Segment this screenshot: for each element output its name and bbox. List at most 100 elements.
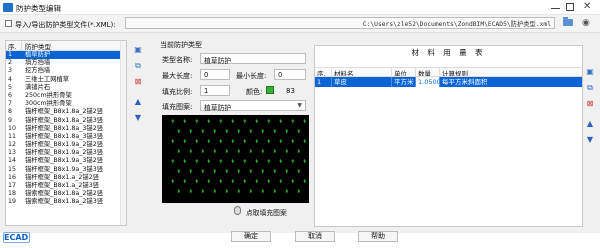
fill-scale-input[interactable]: 1 <box>200 85 230 96</box>
type-list[interactable]: 序. 防护类型 1 植草防护 2 填方挡墙 3 挖方挡墙 4 三维土工网植草 5 满铺片石 6 250… <box>5 40 127 226</box>
materials-cell-unit[interactable]: 平方米 <box>392 77 416 87</box>
type-list-item-label: 锚杆框架_B8x1.8a_3锚2竖 <box>25 124 104 132</box>
max-length-label: 最大长度: <box>162 72 193 80</box>
type-list-item-index: 11 <box>8 132 17 140</box>
copy-type-icon[interactable]: ⧉ <box>133 61 143 71</box>
minimize-icon[interactable] <box>551 8 560 9</box>
type-list-item[interactable]: 9 锚杆框架_B8x1.8a_2锚3竖 <box>6 117 126 125</box>
type-list-item-index: 17 <box>8 182 17 189</box>
type-list-item[interactable]: 1 植草防护 <box>6 51 126 60</box>
close-icon[interactable]: ✕ <box>583 1 591 12</box>
type-list-item-label: 锚杆框架_B8x1.a_2锚3竖 <box>25 182 100 189</box>
type-list-item[interactable]: 19 锚索框架_B8x1.8a_2锚3竖 <box>6 198 126 206</box>
maximize-icon[interactable] <box>566 3 574 11</box>
type-list-item-index: 3 <box>8 67 13 75</box>
move-down-icon[interactable]: ▼ <box>133 113 143 123</box>
type-list-item[interactable]: 4 三维土工网植草 <box>6 76 126 84</box>
eye-icon[interactable]: ◉ <box>582 18 590 28</box>
mouse-icon <box>234 206 241 215</box>
window-title: 防护类型编辑 <box>16 4 61 13</box>
materials-cell-index: 1 <box>315 77 332 87</box>
type-list-item[interactable]: 16 锚杆框架_B8x1.a_2锚2竖 <box>6 174 126 182</box>
ok-button[interactable]: 确定 <box>231 231 271 242</box>
type-list-item-index: 8 <box>8 108 13 116</box>
max-length-input[interactable]: 0 <box>200 69 230 80</box>
current-type-group-label: 当前防护类型 <box>160 41 202 49</box>
import-label: 导入/导出防护类型文件(*.XML): <box>15 21 116 29</box>
type-name-input[interactable]: 植草防护 <box>200 53 306 65</box>
color-swatch[interactable] <box>266 86 274 94</box>
type-list-item[interactable]: 15 锚杆框架_B8x1.9a_3锚3竖 <box>6 166 126 174</box>
add-type-icon[interactable]: ▣ <box>133 45 143 55</box>
color-value: 83 <box>286 87 295 95</box>
type-list-item[interactable]: 10 锚杆框架_B8x1.8a_3锚2竖 <box>6 125 126 133</box>
type-list-item[interactable]: 17 锚杆框架_B8x1.a_2锚3竖 <box>6 182 126 190</box>
chevron-down-icon: ▼ <box>297 102 302 109</box>
type-list-item-label: 三维土工网植草 <box>25 75 70 83</box>
type-list-item-index: 15 <box>8 165 17 173</box>
type-list-item-label: 锚杆框架_B8x1.9a_3锚2竖 <box>25 157 104 165</box>
add-material-icon[interactable]: ▣ <box>585 67 595 77</box>
min-length-input[interactable]: 0 <box>274 69 306 80</box>
type-list-item[interactable]: 3 挖方挡墙 <box>6 67 126 75</box>
color-label: 颜色: <box>246 88 263 96</box>
folder-icon[interactable] <box>563 17 573 26</box>
type-list-item-index: 5 <box>8 83 13 91</box>
grass-pattern <box>171 119 313 194</box>
fill-pattern-label: 填充图案: <box>162 103 193 111</box>
type-list-item-label: 250cm拱形骨架 <box>25 91 72 99</box>
type-list-item[interactable]: 8 锚杆框架_B8x1.8a_2锚2竖 <box>6 108 126 116</box>
materials-cell-name[interactable]: 草皮 <box>332 77 392 87</box>
material-down-icon[interactable]: ▼ <box>585 135 595 145</box>
type-list-item-index: 2 <box>8 59 13 67</box>
materials-col-rule: 计算规则 <box>442 70 468 76</box>
title-bar <box>0 0 600 15</box>
fill-pattern-select[interactable]: 植草防护 ▼ <box>200 100 306 112</box>
type-list-item[interactable]: 2 填方挡墙 <box>6 59 126 67</box>
type-list-col-index: 序. <box>6 41 22 51</box>
materials-row[interactable]: 1 草皮 平方米 1.0500 每平方米斜面积 <box>315 77 582 87</box>
type-list-item-index: 13 <box>8 149 17 157</box>
materials-col-qty: 数量 <box>416 68 440 76</box>
fill-scale-label: 填充比例: <box>162 88 193 96</box>
import-checkbox[interactable] <box>5 20 12 27</box>
type-list-item-label: 挖方挡墙 <box>25 67 51 75</box>
delete-material-icon[interactable]: ⊠ <box>585 99 595 109</box>
type-list-item-index: 12 <box>8 141 17 149</box>
type-list-scrollbar[interactable] <box>120 41 126 225</box>
move-up-icon[interactable]: ▲ <box>133 97 143 107</box>
type-list-item-index: 10 <box>8 124 17 132</box>
type-list-item[interactable]: 6 250cm拱形骨架 <box>6 92 126 100</box>
fill-pattern-value: 植草防护 <box>204 104 232 112</box>
material-up-icon[interactable]: ▲ <box>585 119 595 129</box>
type-list-item-label: 植草防护 <box>25 51 51 58</box>
materials-title: 材 料 用 量 表 <box>411 48 486 57</box>
import-path-field[interactable]: C:\Users\zle52\Documents\ZondBIM\ECAD5\防… <box>125 17 555 29</box>
materials-col-name: 材料名 <box>332 68 392 76</box>
app-icon <box>3 3 13 12</box>
help-button[interactable]: 帮助 <box>358 231 398 242</box>
type-list-item-index: 4 <box>8 75 13 83</box>
type-list-item-label: 锚杆框架_B8x1.a_2锚2竖 <box>25 173 100 181</box>
ecad-logo: ECAD <box>4 233 29 242</box>
type-list-col-type: 防护类型 <box>25 43 51 51</box>
type-list-item-index: 1 <box>8 51 13 58</box>
pattern-preview <box>162 115 313 203</box>
materials-cell-rule[interactable]: 每平方米斜面积 <box>440 77 582 87</box>
type-list-item-index: 14 <box>8 157 17 165</box>
materials-cell-qty[interactable]: 1.0500 <box>416 77 440 87</box>
delete-type-icon[interactable]: ⊠ <box>133 77 143 87</box>
copy-material-icon[interactable]: ⧉ <box>585 83 595 93</box>
type-list-item-index: 19 <box>8 198 17 206</box>
cancel-button[interactable]: 取消 <box>295 231 335 242</box>
type-list-item-label: 锚索框架_B8x1.8a_2锚3竖 <box>25 198 104 206</box>
materials-col-unit: 单位 <box>392 68 416 76</box>
type-list-item-index: 6 <box>8 91 13 99</box>
pick-pattern-button[interactable]: 点取填充图案 <box>246 207 287 217</box>
materials-col-index: 序. <box>315 68 332 76</box>
type-list-item[interactable]: 14 锚杆框架_B8x1.9a_3锚2竖 <box>6 157 126 165</box>
type-list-item-label: 锚杆框架_B8x1.8a_3锚3竖 <box>25 132 104 140</box>
materials-header: 序. 材料名 单位 数量 计算规则 <box>315 67 582 77</box>
type-list-item[interactable]: 11 锚杆框架_B8x1.8a_3锚3竖 <box>6 133 126 141</box>
type-list-item[interactable]: 5 满铺片石 <box>6 84 126 92</box>
